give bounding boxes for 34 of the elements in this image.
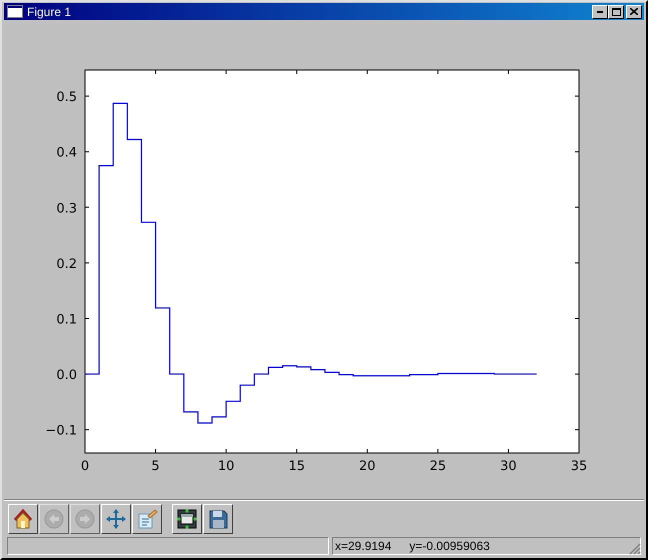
close-icon <box>630 8 638 16</box>
house-icon <box>12 508 34 530</box>
x-tick-label: 10 <box>218 459 234 474</box>
minimize-icon <box>597 10 603 13</box>
window-icon <box>7 5 23 18</box>
x-tick-label: 0 <box>80 459 90 474</box>
y-tick-label: 0.3 <box>56 202 77 217</box>
y-tick-label: 0.2 <box>56 257 77 272</box>
x-tick-label: 30 <box>500 459 517 474</box>
coordinate-readout: x=29.9194 <box>335 538 392 553</box>
configure-button[interactable] <box>172 504 202 534</box>
x-tick-label: 35 <box>570 459 588 474</box>
y-tick-label: −0.1 <box>45 424 77 440</box>
four-way-arrow-icon <box>105 508 127 530</box>
y-tick-label: 0.1 <box>56 312 77 328</box>
coordinate-readout: y=-0.00959063 <box>409 538 490 553</box>
x-tick-label: 5 <box>151 459 160 474</box>
pan-button[interactable] <box>101 504 131 534</box>
frame-icon <box>176 508 198 530</box>
maximize-icon <box>612 8 620 16</box>
minimize-button[interactable] <box>592 4 608 19</box>
y-tick-label: 0.5 <box>56 90 77 106</box>
x-tick-label: 25 <box>430 459 446 474</box>
x-tick-label: 20 <box>359 459 376 474</box>
y-tick-label: 0.4 <box>56 146 77 162</box>
y-tick-label: 0.0 <box>56 368 77 384</box>
subplots-button[interactable] <box>132 504 162 534</box>
document-pencil-icon <box>136 508 158 530</box>
window-title: Figure 1 <box>27 4 72 19</box>
close-button[interactable] <box>626 4 642 19</box>
home-button[interactable] <box>8 504 38 534</box>
save-button[interactable] <box>203 504 233 534</box>
maximize-button[interactable] <box>608 4 624 19</box>
x-tick-label: 15 <box>288 459 305 474</box>
